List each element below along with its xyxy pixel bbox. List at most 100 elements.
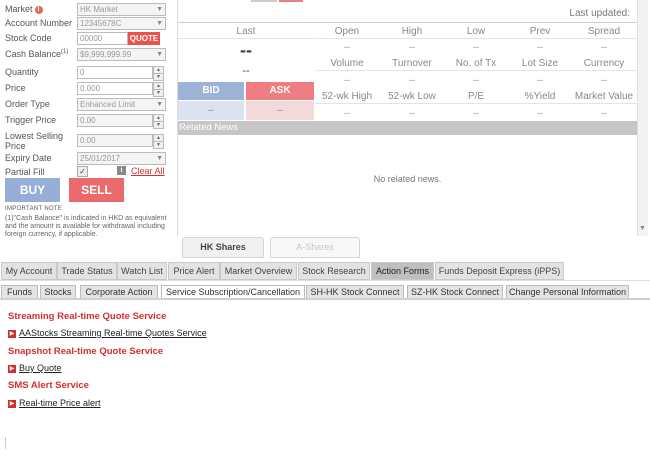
stat-label: Market Value: [574, 91, 634, 102]
quantity-input[interactable]: 0: [77, 66, 153, 79]
account-select[interactable]: 12345678C ▼: [77, 17, 166, 30]
price-down-icon[interactable]: ▼: [153, 89, 164, 97]
nav-tab-stock-research[interactable]: Stock Research: [298, 262, 370, 280]
divider: [0, 298, 650, 300]
cash-balance-select[interactable]: $9,999,999.99 ▼: [77, 48, 166, 61]
stat-value: --: [601, 42, 607, 52]
related-news-header: Related News: [178, 121, 638, 135]
last-header: Last: [236, 26, 256, 37]
expiry-select[interactable]: 25/01/2017 ▼: [77, 152, 166, 165]
trigger-price-row: Trigger Price 0.00 ▲ ▼: [0, 114, 176, 129]
divider: [315, 103, 637, 104]
price-row: Price 0.000 ▲ ▼: [0, 82, 176, 97]
bid-value: --: [178, 101, 244, 120]
quantity-down-icon[interactable]: ▼: [153, 73, 164, 81]
price-input[interactable]: 0.000: [77, 82, 153, 95]
stat-value: --: [537, 75, 543, 85]
account-label: Account Number: [5, 18, 73, 28]
partial-fill-checkbox[interactable]: ✓: [77, 166, 88, 177]
lowest-selling-row: Lowest Selling Price 0.00 ▲ ▼: [0, 130, 176, 151]
stat-value: --: [344, 75, 350, 85]
nav-tab-watch-list[interactable]: Watch List: [117, 262, 167, 280]
quantity-row: Quantity 0 ▲ ▼: [0, 66, 176, 81]
quantity-label: Quantity: [5, 67, 39, 77]
buy-quote-link[interactable]: ▶ Buy Quote: [8, 363, 62, 373]
stat-label: High: [401, 26, 423, 37]
sub-tab-sz-hk-stock-connect[interactable]: SZ-HK Stock Connect: [407, 285, 503, 299]
stat-value: --: [344, 42, 350, 52]
stat-label: No. of Tx: [455, 58, 497, 69]
account-row: Account Number 12345678C ▼: [0, 17, 176, 31]
lowest-down-icon[interactable]: ▼: [153, 141, 164, 149]
order-type-row: Order Type Enhanced Limit ▼: [0, 98, 176, 112]
toolbar-button[interactable]: [251, 0, 277, 2]
price-label: Price: [5, 83, 26, 93]
cash-balance-label: Cash Balance: [5, 49, 62, 59]
lowest-selling-input[interactable]: 0.00: [77, 134, 153, 147]
stat-value: --: [473, 75, 479, 85]
nav-tab-my-account[interactable]: My Account: [1, 262, 57, 280]
stat-label: Turnover: [392, 58, 432, 69]
info-icon[interactable]: i: [117, 166, 126, 175]
buy-button[interactable]: BUY: [5, 178, 60, 202]
trigger-down-icon[interactable]: ▼: [153, 121, 164, 129]
market-select[interactable]: HK Market ▼: [77, 3, 166, 16]
sub-tab-stocks[interactable]: Stocks: [40, 285, 76, 299]
stat-label: Prev: [529, 26, 551, 37]
nav-tab-action-forms[interactable]: Action Forms: [371, 262, 434, 280]
scroll-down-icon[interactable]: ▼: [639, 225, 646, 232]
clear-all-link[interactable]: Clear All: [131, 166, 165, 176]
stock-code-row: Stock Code 00000 QUOTE: [0, 32, 176, 46]
stat-value: --: [601, 108, 607, 118]
divider: [178, 22, 637, 23]
sub-tab-funds[interactable]: Funds: [1, 285, 38, 299]
market-row: Market i HK Market ▼: [0, 3, 176, 17]
chevron-down-icon: ▼: [156, 101, 163, 108]
order-type-label: Order Type: [5, 99, 50, 109]
last-price: --: [240, 40, 252, 60]
sub-tab-sh-hk-stock-connect[interactable]: SH-HK Stock Connect: [306, 285, 404, 299]
snapshot-title: Snapshot Real-time Quote Service: [8, 346, 164, 357]
chevron-down-icon: ▼: [156, 51, 163, 58]
stat-label: %Yield: [524, 91, 556, 102]
sell-button[interactable]: SELL: [69, 178, 124, 202]
stat-value: --: [537, 108, 543, 118]
nav-tab-market-overview[interactable]: Market Overview: [220, 262, 297, 280]
divider: [315, 38, 637, 39]
important-note-title: IMPORTANT NOTE: [5, 206, 63, 212]
toolbar-button[interactable]: [279, 0, 303, 2]
ask-header: ASK: [246, 82, 314, 100]
important-note-text: (1)"Cash Balance" is indicated in HKD as…: [5, 215, 167, 238]
quote-button[interactable]: QUOTE: [128, 32, 160, 45]
streaming-link[interactable]: ▶ AAStocks Streaming Real-time Quotes Ser…: [8, 328, 207, 338]
nav-tab-trade-status[interactable]: Trade Status: [57, 262, 117, 280]
stat-value: --: [601, 75, 607, 85]
expiry-row: Expiry Date 25/01/2017 ▼: [0, 152, 176, 166]
stat-label: Low: [466, 26, 486, 37]
cash-balance-row: Cash Balance(1) $9,999,999.99 ▼: [0, 48, 176, 62]
scrollbar[interactable]: ▼: [637, 0, 648, 236]
trigger-price-input[interactable]: 0.00: [77, 114, 153, 127]
sub-tab-corporate-action[interactable]: Corporate Action: [80, 285, 158, 299]
stat-label: Spread: [587, 26, 621, 37]
nav-tab-price-alert[interactable]: Price Alert: [168, 262, 220, 280]
divider: [315, 70, 637, 71]
cash-balance-footnote: (1): [61, 49, 69, 55]
sub-tab-service-subscription-cancellation[interactable]: Service Subscription/Cancellation: [161, 285, 305, 299]
stock-code-input[interactable]: 00000: [77, 32, 128, 45]
chevron-down-icon: ▼: [156, 155, 163, 162]
sub-tab-change-personal-information[interactable]: Change Personal Information: [506, 285, 629, 299]
divider: [5, 437, 6, 449]
info-icon[interactable]: i: [34, 5, 43, 14]
price-alert-link[interactable]: ▶ Real-time Price alert: [8, 398, 101, 408]
tab-hk-shares[interactable]: HK Shares: [182, 237, 264, 258]
stat-label: 52-wk High: [321, 91, 373, 102]
market-panel: Last updated: Last -- -- BID ASK -- -- O…: [177, 0, 638, 236]
tab-a-shares[interactable]: A-Shares: [270, 237, 360, 258]
arrow-right-icon: ▶: [8, 399, 16, 408]
stat-label: Currency: [583, 58, 625, 69]
lowest-selling-label: Lowest Selling Price: [5, 131, 64, 151]
nav-tab-funds-deposit-express-ipps[interactable]: Funds Deposit Express (iPPS): [435, 262, 564, 280]
divider: [178, 38, 314, 39]
order-type-select[interactable]: Enhanced Limit ▼: [77, 98, 166, 111]
